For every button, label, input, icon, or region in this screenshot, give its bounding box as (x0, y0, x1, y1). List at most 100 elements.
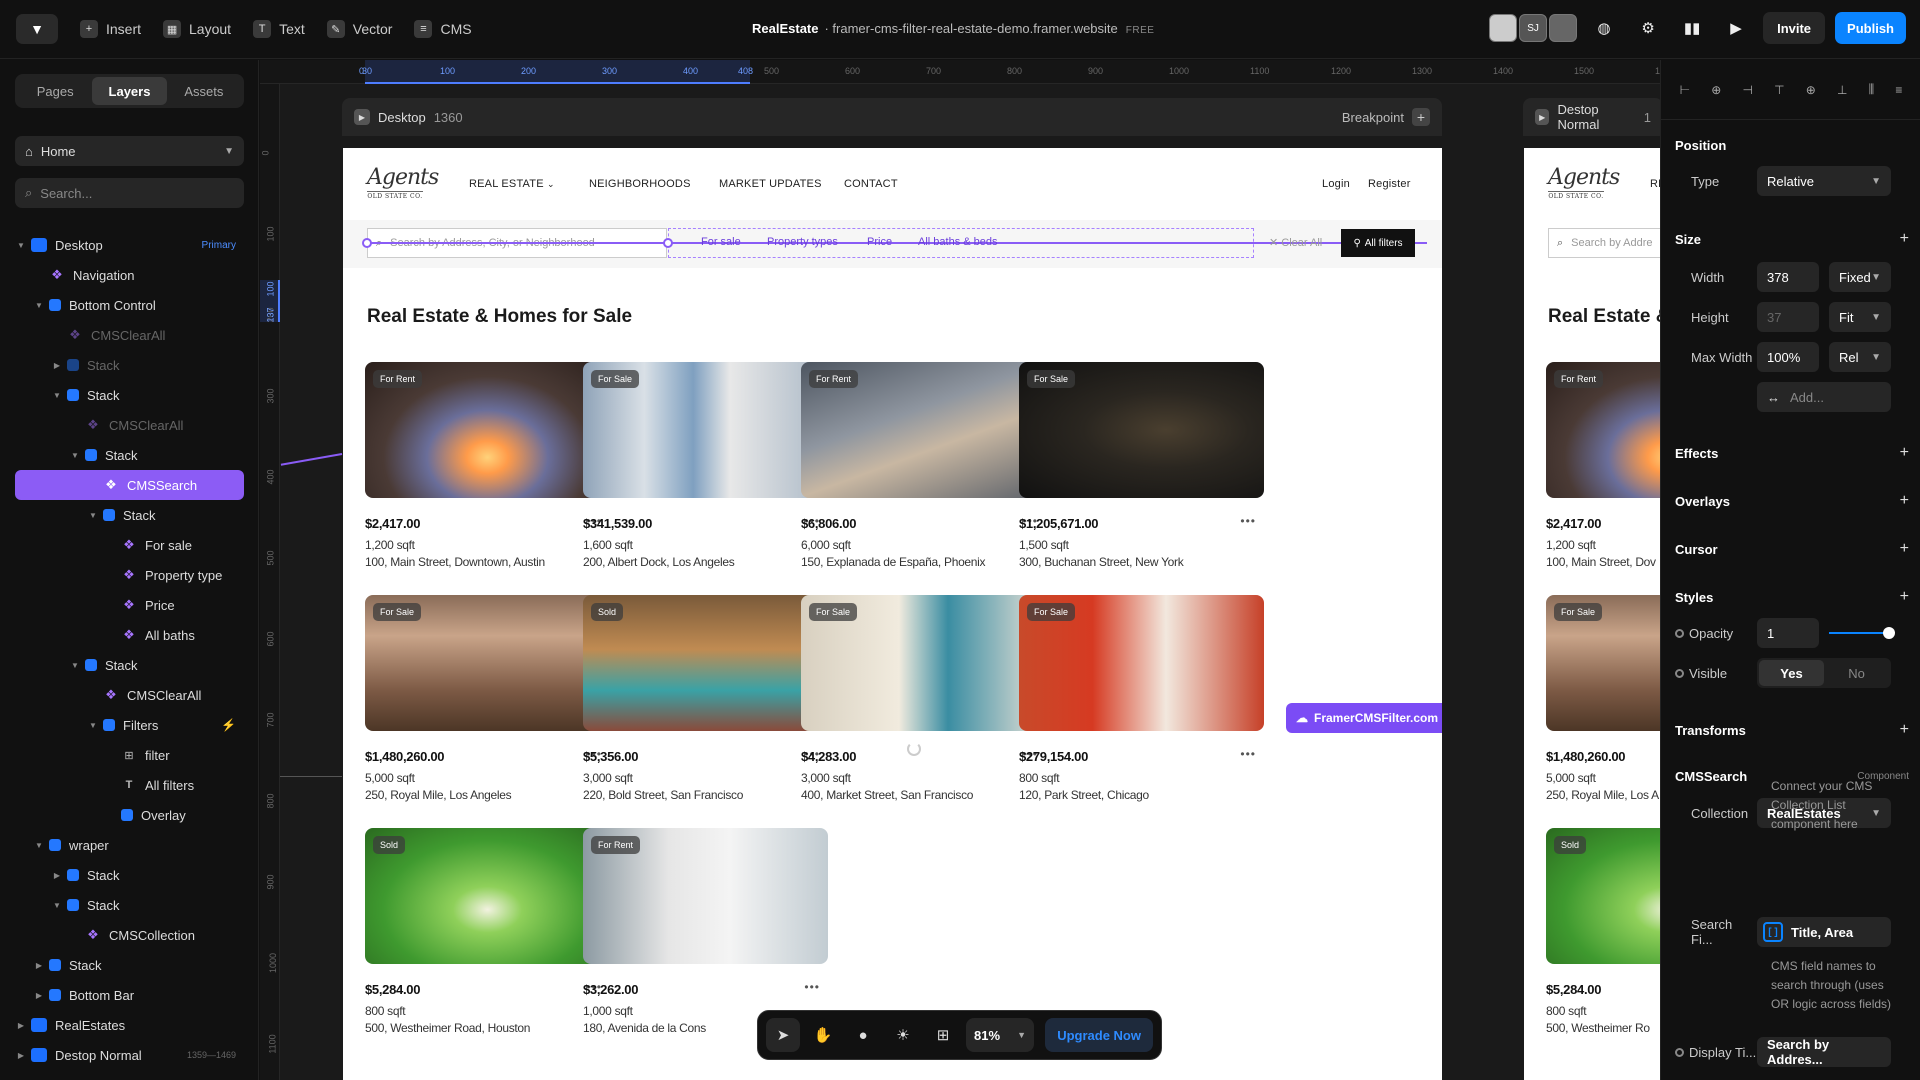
select-tool-icon[interactable]: ➤ (766, 1018, 800, 1052)
listing-card[interactable]: For Rent$2,417.00•••1,200 sqft100, Main … (365, 362, 610, 569)
layer-row[interactable]: ❖ Price (15, 590, 244, 620)
text-button[interactable]: T Text (253, 20, 305, 38)
framer-menu-button[interactable]: ▼ (16, 14, 58, 44)
max-width-input[interactable]: 100% (1757, 342, 1819, 372)
height-input[interactable]: 37 (1757, 302, 1819, 332)
nav-real-estate[interactable]: REAL ESTATE ⌄ (469, 178, 555, 190)
breakpoint-button[interactable]: Breakpoint + (1342, 108, 1430, 126)
chevron-down-icon[interactable]: ▼ (69, 661, 81, 670)
variable-ring-icon[interactable] (1675, 628, 1684, 638)
resize-handle[interactable] (362, 238, 372, 248)
plus-icon[interactable]: + (1900, 540, 1909, 558)
chevron-down-icon[interactable]: ▼ (87, 511, 99, 520)
listing-card[interactable]: For Rent $6,806.00 ••• 6,000 sqft 150, Expla… (801, 362, 1046, 569)
analytics-icon[interactable]: ▮▮ (1675, 12, 1709, 44)
login-link[interactable]: Login (1322, 178, 1350, 190)
nav-neighborhoods[interactable]: NEIGHBORHOODS (589, 178, 691, 190)
plus-icon[interactable]: + (1900, 444, 1909, 462)
listing-card[interactable]: For Sale $279,154.00 ••• 800 sqft 120, Park … (1019, 595, 1264, 802)
max-width-mode-select[interactable]: Rel ▼ (1829, 342, 1891, 372)
filter-price[interactable]: Price (867, 236, 892, 248)
nav-contact[interactable]: CONTACT (844, 178, 898, 190)
chevron-right-icon[interactable]: ▶ (51, 871, 63, 880)
chevron-right-icon[interactable]: ▶ (33, 961, 45, 970)
preview-play-icon[interactable]: ▶ (1535, 109, 1550, 125)
preview-play-icon[interactable]: ▶ (354, 109, 370, 125)
layer-row[interactable]: ▶ Destop Normal 1359—1469 (15, 1040, 244, 1070)
chevron-down-icon[interactable]: ▼ (51, 391, 63, 400)
plus-icon[interactable]: + (1900, 492, 1909, 510)
layer-row[interactable]: ❖ All baths (15, 620, 244, 650)
tab-assets[interactable]: Assets (167, 77, 241, 105)
width-mode-select[interactable]: Fixed ▼ (1829, 262, 1891, 292)
more-options-icon[interactable]: ••• (1240, 747, 1256, 761)
vector-button[interactable]: ✎ Vector (326, 20, 392, 38)
visible-yes[interactable]: Yes (1759, 660, 1824, 686)
settings-icon[interactable]: ⚙ (1631, 12, 1665, 44)
layer-row[interactable]: ▼ wraper (15, 830, 244, 860)
agents-logo[interactable]: Agents OLD STATE CO. (1548, 165, 1620, 203)
search-fields-value[interactable]: [ ] Title, Area (1757, 917, 1891, 947)
layer-row[interactable]: ▼ Filters ⚡ (15, 710, 244, 740)
canvas[interactable]: 0 100 200 300 400 500 600 700 800 900 1000 1100 1200… (260, 60, 1660, 1080)
plus-icon[interactable]: + (1900, 721, 1909, 739)
chevron-right-icon[interactable]: ▶ (15, 1051, 27, 1060)
layer-row[interactable]: ❖ CMSClearAll (15, 410, 244, 440)
height-mode-select[interactable]: Fit ▼ (1829, 302, 1891, 332)
desktop-frame[interactable]: Agents OLD STATE CO. REAL ESTATE ⌄ NEIGHB… (343, 148, 1442, 1080)
filter-baths-beds[interactable]: All baths & beds (918, 236, 998, 248)
frame-header-desktop[interactable]: ▶ Desktop 1360 Breakpoint + (342, 98, 1442, 136)
chevron-right-icon[interactable]: ▶ (51, 361, 63, 370)
preview-play-icon[interactable]: ▶ (1719, 12, 1753, 44)
chevron-right-icon[interactable]: ▶ (15, 1021, 27, 1030)
listing-card[interactable]: For Rent $3,262.00 ••• 1,000 sqft 180, Aveni… (583, 828, 828, 1035)
plus-icon[interactable]: + (1900, 230, 1909, 248)
layer-row[interactable]: ❖ Property type (15, 560, 244, 590)
opacity-slider[interactable] (1829, 618, 1895, 648)
layout-button[interactable]: ▦ Layout (163, 20, 231, 38)
upgrade-now-button[interactable]: Upgrade Now (1045, 1018, 1153, 1052)
zoom-select[interactable]: 81% ▼ (966, 1018, 1034, 1052)
layer-row[interactable]: ▼ Stack (15, 500, 244, 530)
avatar[interactable] (1489, 14, 1518, 42)
chevron-right-icon[interactable]: ▶ (33, 991, 45, 1000)
avatar[interactable] (1549, 14, 1578, 42)
listing-card[interactable]: Sold$5,284.00•••800 sqft500, Westheimer … (1546, 828, 1660, 1035)
align-right-icon[interactable]: ⊣ (1742, 83, 1752, 97)
opacity-input[interactable]: 1 (1757, 618, 1819, 648)
layer-row[interactable]: ⊞ filter (15, 740, 244, 770)
cms-button[interactable]: ≡ CMS (414, 20, 472, 38)
page-selector[interactable]: ⌂ Home ▼ (15, 136, 244, 166)
tab-pages[interactable]: Pages (18, 77, 92, 105)
layer-row[interactable]: ▶ RealEstates (15, 1010, 244, 1040)
layer-row[interactable]: ❖ CMSClearAll (15, 680, 244, 710)
layer-row[interactable]: ▶ Stack (15, 350, 244, 380)
distribute-v-icon[interactable]: ≡ (1895, 83, 1902, 97)
layer-row[interactable]: ❖ Navigation (15, 260, 244, 290)
project-title[interactable]: RealEstate · framer-cms-filter-real-estat… (752, 21, 1154, 36)
desktop-normal-frame[interactable]: AgentsOLD STATE CO. RE ⌕Search by Addre … (1524, 148, 1660, 1080)
layer-row[interactable]: ▶ Stack (15, 950, 244, 980)
variable-ring-icon[interactable] (1675, 668, 1684, 678)
align-left-icon[interactable]: ⊢ (1680, 83, 1690, 97)
avatar[interactable]: SJ (1519, 14, 1548, 42)
more-options-icon[interactable]: ••• (1240, 514, 1256, 528)
width-input[interactable]: 378 (1757, 262, 1819, 292)
chevron-down-icon[interactable]: ▼ (69, 451, 81, 460)
chevron-down-icon[interactable]: ▼ (33, 841, 45, 850)
layer-row[interactable]: ▶ Stack (15, 860, 244, 890)
more-options-icon[interactable]: ••• (804, 980, 820, 994)
insert-button[interactable]: + Insert (80, 20, 141, 38)
layer-row[interactable]: ❖ CMSSearch (15, 470, 244, 500)
position-type-select[interactable]: Relative ▼ (1757, 166, 1891, 196)
layer-row[interactable]: ❖ For sale (15, 530, 244, 560)
invite-button[interactable]: Invite (1763, 12, 1826, 44)
listing-card[interactable]: For Sale$1,480,260.00•••5,000 sqft250, R… (1546, 595, 1660, 802)
components-icon[interactable]: ⊞ (926, 1018, 960, 1052)
listing-card[interactable]: For Rent$2,417.00•••1,200 sqft100, Main … (1546, 362, 1660, 569)
chevron-down-icon[interactable]: ▼ (15, 241, 27, 250)
theme-sun-icon[interactable]: ☀ (886, 1018, 920, 1052)
resize-handle[interactable] (663, 238, 673, 248)
publish-button[interactable]: Publish (1835, 12, 1906, 44)
filter-property-types[interactable]: Property types (767, 236, 838, 248)
